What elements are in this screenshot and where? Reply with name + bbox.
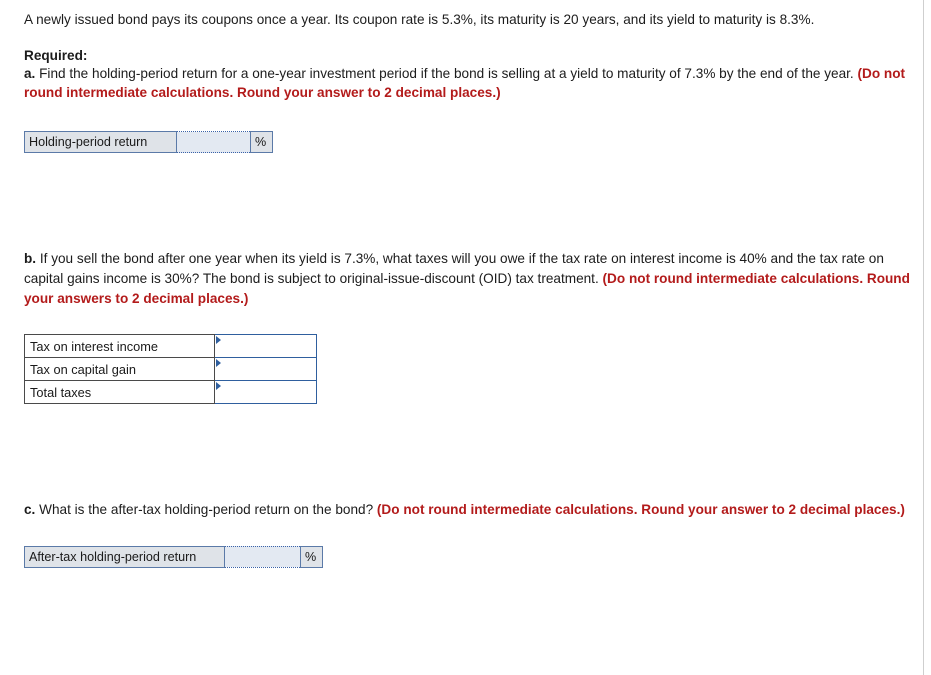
after-tax-holding-period-return-label: After-tax holding-period return: [24, 545, 225, 568]
table-row: Total taxes: [24, 380, 317, 405]
table-row: Tax on capital gain: [24, 357, 317, 382]
page-right-divider: [923, 0, 924, 675]
question-c-letter: c.: [24, 502, 36, 518]
table-row: Holding-period return %: [24, 131, 273, 154]
required-label: Required:: [24, 47, 88, 63]
question-a-text: Find the holding-period return for a one…: [35, 65, 858, 81]
question-a: a. Find the holding-period return for a …: [24, 64, 917, 103]
question-a-letter: a.: [24, 65, 36, 81]
question-b: b. If you sell the bond after one year w…: [24, 249, 917, 308]
question-c-text: What is the after-tax holding-period ret…: [35, 502, 377, 518]
caret-icon: [216, 336, 221, 345]
table-row: After-tax holding-period return %: [24, 545, 323, 568]
question-c-instruction: (Do not round intermediate calculations.…: [376, 502, 905, 518]
caret-icon: [216, 382, 221, 391]
total-taxes-label: Total taxes: [24, 380, 215, 405]
question-b-letter: b.: [24, 251, 37, 267]
holding-period-return-input[interactable]: [176, 131, 251, 154]
question-c: c. What is the after-tax holding-period …: [24, 500, 917, 520]
total-taxes-input[interactable]: [214, 380, 317, 405]
tax-on-interest-income-label: Tax on interest income: [24, 334, 215, 359]
table-row: Tax on interest income: [24, 334, 317, 359]
caret-icon: [216, 359, 221, 368]
tax-on-interest-income-input[interactable]: [214, 334, 317, 359]
tax-on-capital-gain-input[interactable]: [214, 357, 317, 382]
holding-period-return-label: Holding-period return: [24, 131, 177, 154]
percent-unit-c: %: [300, 545, 323, 568]
percent-unit-a: %: [250, 131, 273, 154]
worksheet-page: A newly issued bond pays its coupons onc…: [0, 0, 931, 675]
answer-table-a: Holding-period return %: [24, 131, 273, 154]
answer-table-b: Tax on interest income Tax on capital ga…: [24, 334, 317, 405]
problem-intro-text: A newly issued bond pays its coupons onc…: [24, 12, 815, 27]
after-tax-holding-period-return-input[interactable]: [224, 545, 301, 568]
tax-on-capital-gain-label: Tax on capital gain: [24, 357, 215, 382]
answer-table-c: After-tax holding-period return %: [24, 545, 323, 568]
